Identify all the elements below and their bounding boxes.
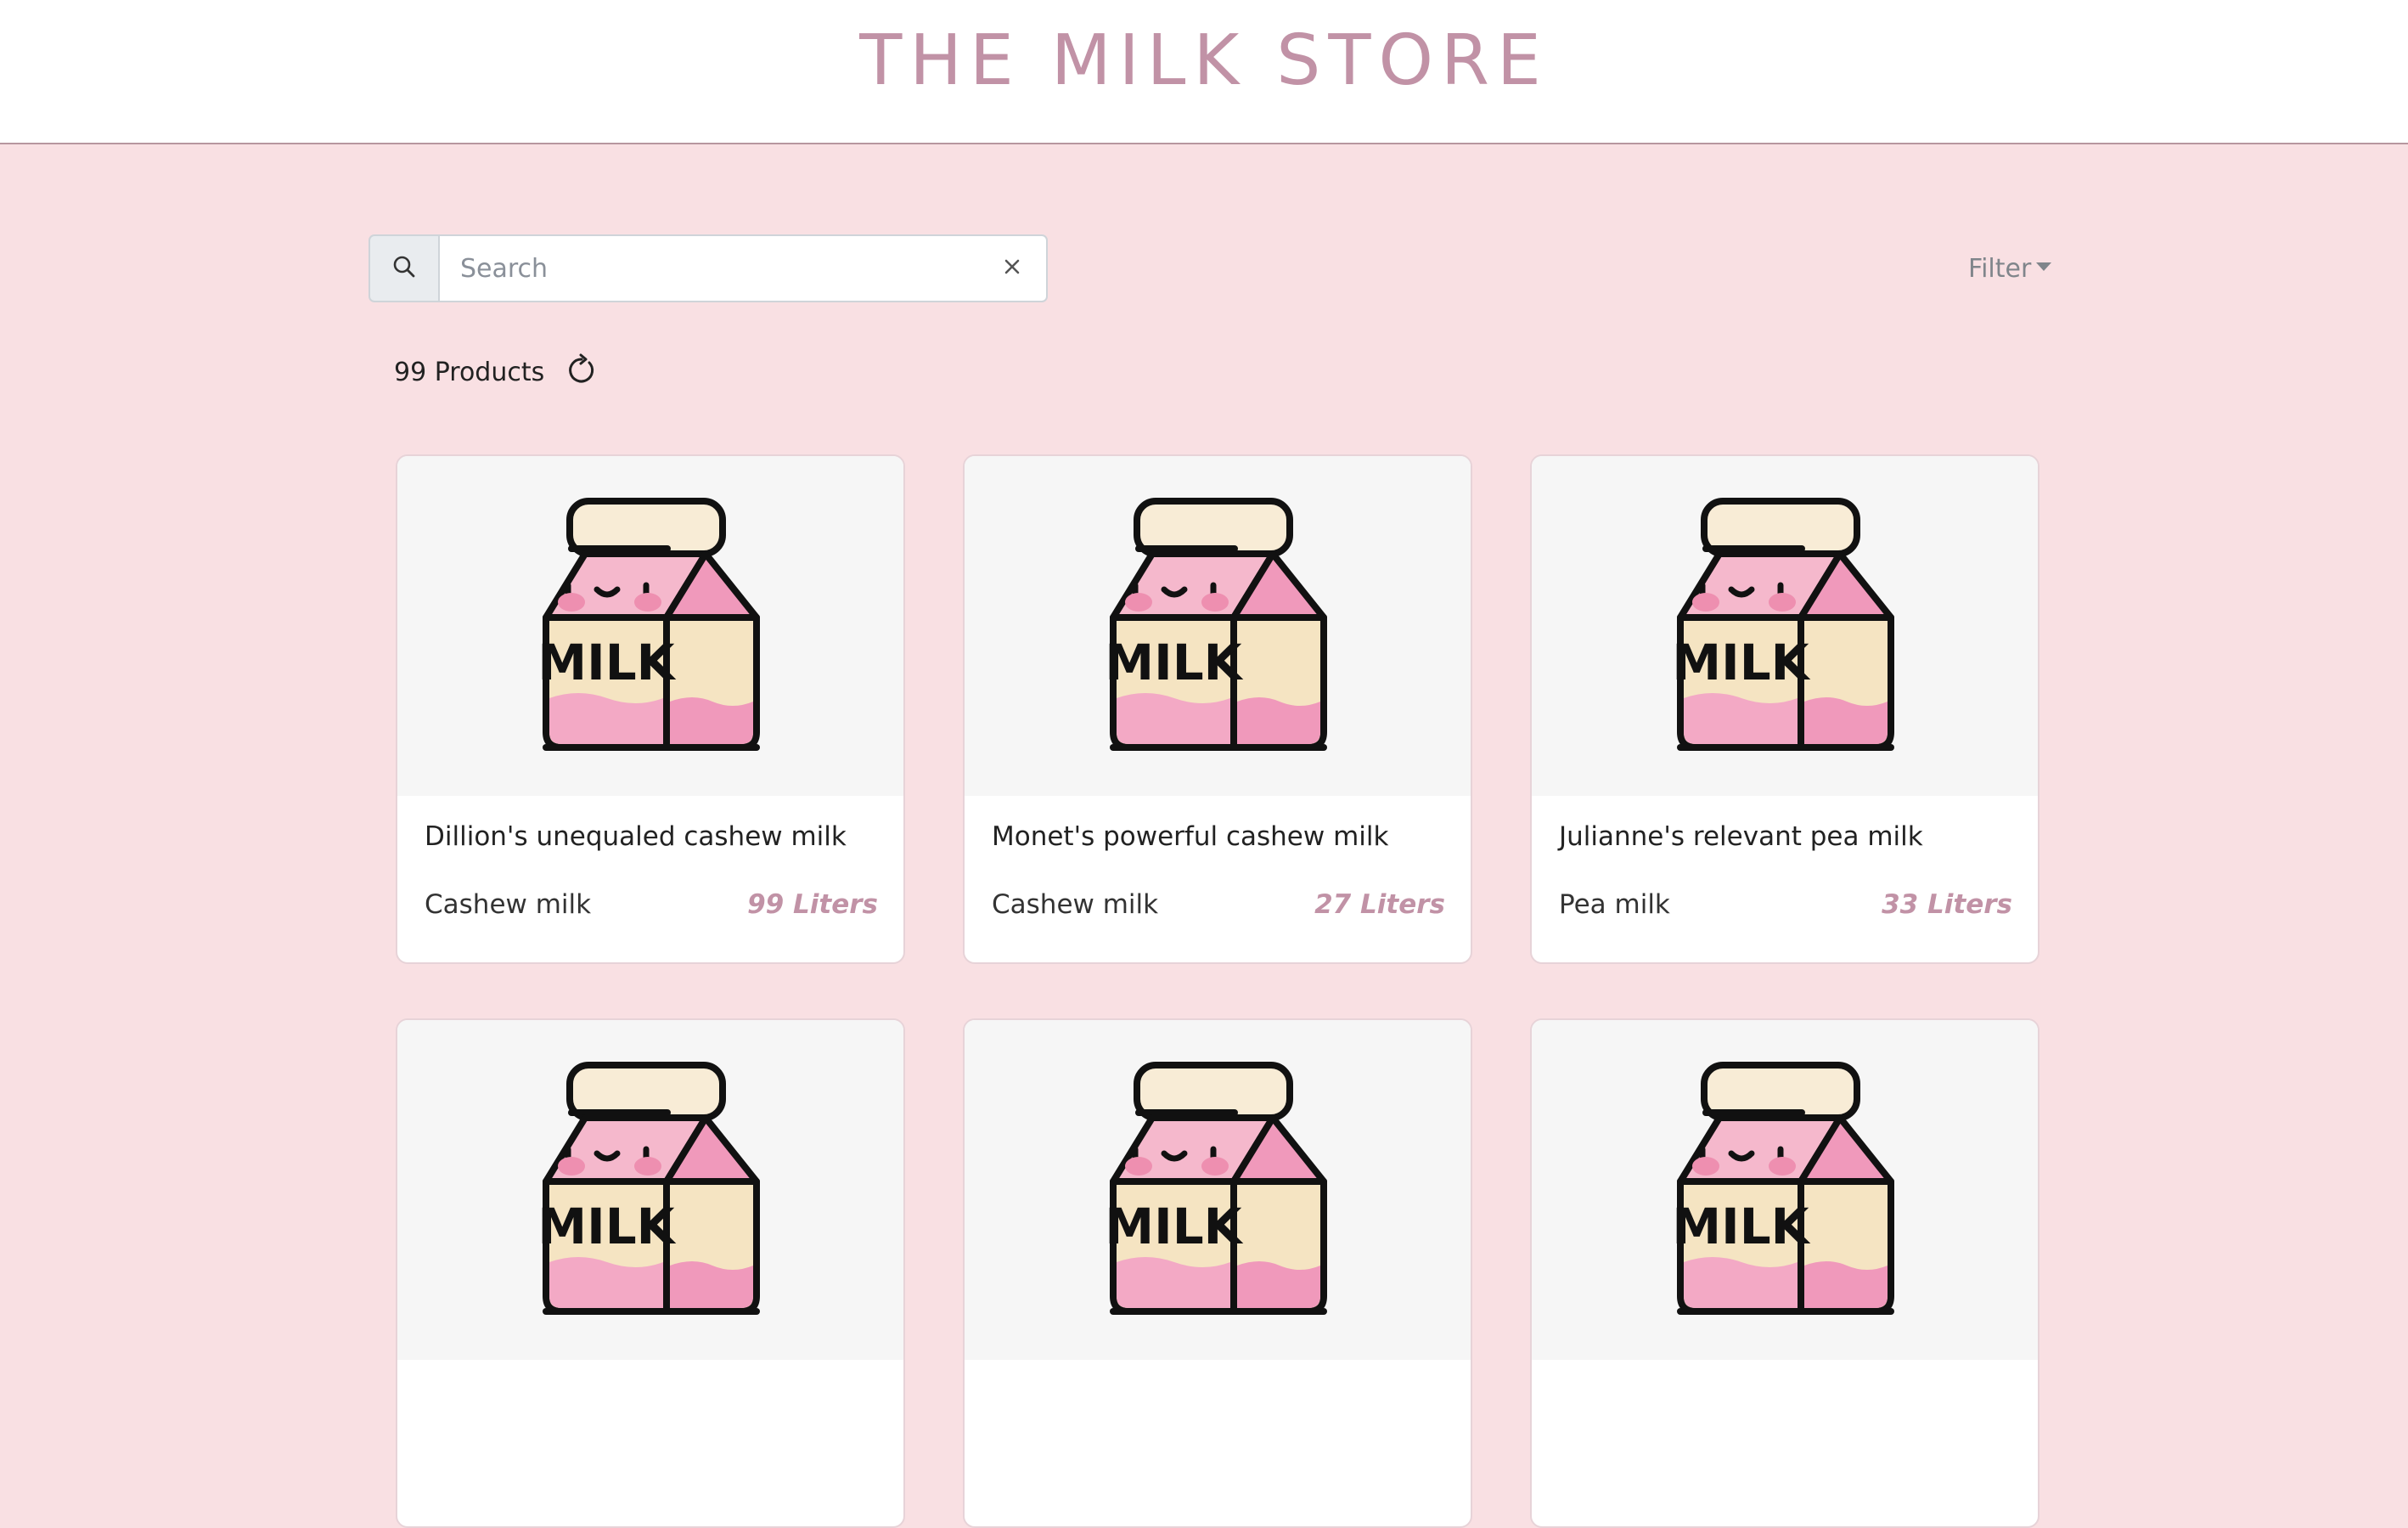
product-volume: 33 Liters <box>1882 889 2012 920</box>
product-volume: 99 Liters <box>747 889 878 920</box>
product-count-row: 99 Products <box>394 348 600 396</box>
site-header: THE MILK STORE <box>0 0 2408 144</box>
product-card[interactable]: MILK Dillion's unequaled cashew milk Cas… <box>396 454 905 964</box>
product-type: Cashew milk <box>992 889 1159 920</box>
milk-label: MILK <box>1105 1198 1243 1255</box>
site-title: THE MILK STORE <box>859 20 1549 101</box>
milk-carton-icon: MILK <box>537 498 760 751</box>
milk-carton-icon: MILK <box>537 1062 760 1315</box>
filter-dropdown[interactable]: Filter <box>1968 250 2052 287</box>
product-image: MILK <box>1532 1020 2038 1360</box>
product-type: Pea milk <box>1559 889 1670 920</box>
product-volume: 27 Liters <box>1314 889 1445 920</box>
search-input[interactable] <box>440 236 1000 301</box>
search-addon[interactable] <box>369 234 438 302</box>
milk-carton-icon: MILK <box>1672 1062 1894 1315</box>
milk-label: MILK <box>1105 634 1243 691</box>
product-card[interactable]: MILK Julianne's relevant pea milk Pea mi… <box>1530 454 2039 964</box>
product-image: MILK <box>965 456 1471 796</box>
milk-carton-icon: MILK <box>1672 498 1894 751</box>
product-card[interactable]: MILK <box>1530 1018 2039 1528</box>
product-name: Julianne's relevant pea milk <box>1559 821 1923 852</box>
search-icon <box>391 254 417 283</box>
product-name: Monet's powerful cashew milk <box>992 821 1389 852</box>
milk-carton-icon: MILK <box>1105 1062 1327 1315</box>
product-card[interactable]: MILK <box>963 1018 1472 1528</box>
search-bar <box>369 234 1048 302</box>
product-type: Cashew milk <box>425 889 592 920</box>
product-card[interactable]: MILK <box>396 1018 905 1528</box>
clear-search-button[interactable] <box>995 251 1029 285</box>
product-image: MILK <box>1532 456 2038 796</box>
search-field <box>438 234 1048 302</box>
close-icon <box>1003 257 1021 279</box>
refresh-icon <box>565 353 599 391</box>
product-image: MILK <box>397 456 903 796</box>
product-image: MILK <box>965 1020 1471 1360</box>
filter-label: Filter <box>1968 253 2032 284</box>
product-name: Dillion's unequaled cashew milk <box>425 821 847 852</box>
product-card[interactable]: MILK Monet's powerful cashew milk Cashew… <box>963 454 1472 964</box>
milk-carton-icon: MILK <box>1105 498 1327 751</box>
milk-label: MILK <box>1672 634 1810 691</box>
milk-label: MILK <box>537 634 676 691</box>
refresh-button[interactable] <box>563 353 600 391</box>
product-count: 99 Products <box>394 357 545 387</box>
product-image: MILK <box>397 1020 903 1360</box>
caret-down-icon <box>2036 262 2052 271</box>
milk-label: MILK <box>1672 1198 1810 1255</box>
milk-label: MILK <box>537 1198 676 1255</box>
